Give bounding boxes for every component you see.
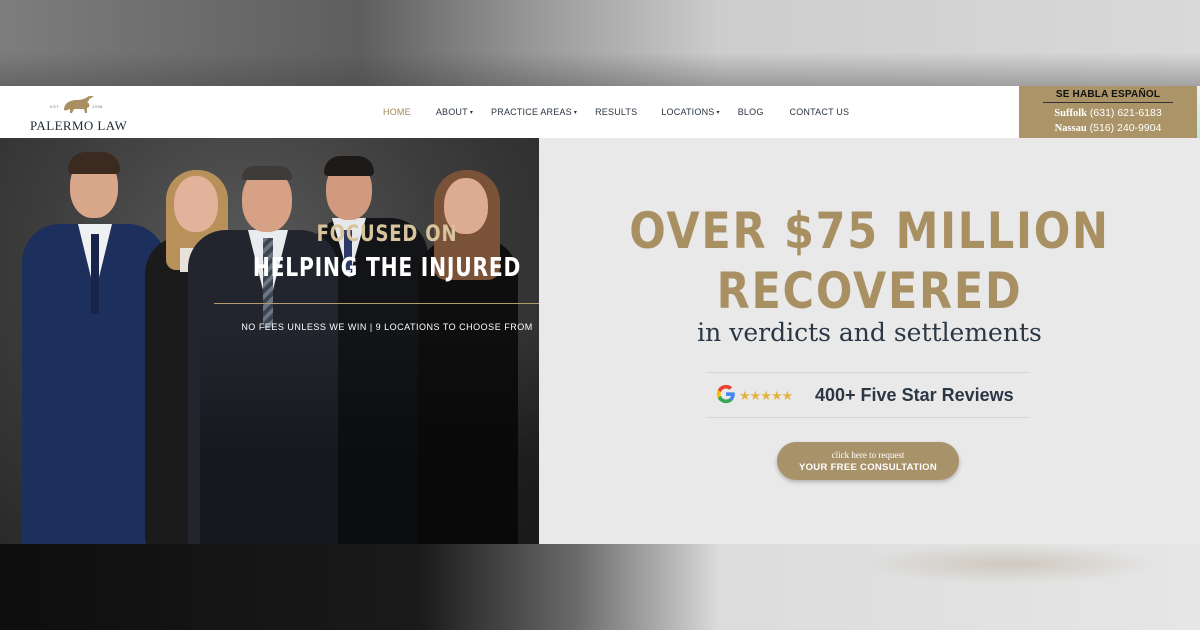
nav-item-label: PRACTICE AREAS	[491, 107, 572, 117]
nav-item-practice-areas[interactable]: PRACTICE AREAS ▾	[491, 107, 577, 117]
nassau-phone-link[interactable]: Nassau (516) 240-9904	[1019, 122, 1197, 134]
nav-item-label: HOME	[383, 107, 411, 117]
nav-item-results[interactable]: RESULTS	[595, 107, 637, 117]
caret-down-icon: ▾	[716, 109, 720, 116]
focused-on-text: FOCUSED ON	[316, 222, 458, 247]
blurred-background-bottom	[0, 544, 1200, 630]
nav-item-home[interactable]: HOME	[383, 107, 411, 117]
contact-box: SE HABLA ESPAÑOL Suffolk (631) 621-6183 …	[1019, 86, 1197, 138]
google-g-icon	[716, 384, 735, 404]
spanish-spoken-label: SE HABLA ESPAÑOL	[1055, 89, 1161, 100]
nav-item-label: CONTACT US	[789, 107, 850, 117]
contact-divider	[1043, 102, 1173, 103]
no-fees-text: NO FEES UNLESS WE WIN | 9 LOCATIONS TO C…	[241, 322, 533, 332]
verdicts-subheadline: in verdicts and settlements	[697, 318, 1042, 347]
five-stars-icon: ★★★★★	[739, 388, 793, 403]
nassau-label: Nassau	[1054, 123, 1087, 134]
nav-item-label: ABOUT	[435, 107, 468, 117]
main-nav: HOME ABOUT ▾ PRACTICE AREAS ▾ RESULTS LO…	[383, 86, 849, 138]
results-panel: OVER $75 MILLION RECOVERED in verdicts a…	[539, 138, 1200, 544]
nav-item-contact-us[interactable]: CONTACT US	[790, 107, 850, 117]
caret-down-icon: ▾	[573, 109, 578, 116]
site-logo[interactable]: EST. 1998 PALERMO LAW	[28, 94, 128, 134]
nav-item-about[interactable]: ABOUT ▾	[436, 107, 473, 117]
nav-item-label: RESULTS	[595, 107, 638, 117]
site-header: EST. 1998 PALERMO LAW HOME ABOUT ▾ PRACT…	[0, 86, 1200, 138]
blurred-background-top	[0, 0, 1200, 86]
team-photo	[0, 138, 539, 544]
reviews-count-text: 400+ Five Star Reviews	[815, 385, 1014, 405]
recovered-headline-line2: RECOVERED	[716, 262, 1023, 320]
reviews-badge[interactable]: ★★★★★ 400+ Five Star Reviews	[707, 372, 1029, 418]
nav-item-locations[interactable]: LOCATIONS ▾	[661, 107, 719, 117]
recovered-headline-line1: OVER $75 MILLION	[629, 202, 1110, 260]
hero-left-headline: FOCUSED ON HELPING THE INJURED	[214, 222, 560, 283]
caret-down-icon: ▾	[469, 109, 474, 116]
cta-main-text: YOUR FREE CONSULTATION	[798, 462, 937, 473]
nav-item-label: LOCATIONS	[661, 107, 715, 117]
nav-item-label: BLOG	[737, 107, 764, 117]
nassau-phone: (516) 240-9904	[1089, 122, 1162, 134]
headline-divider	[214, 303, 560, 304]
suffolk-phone: (631) 621-6183	[1089, 107, 1162, 119]
logo-year-text: 1998	[92, 104, 103, 109]
suffolk-label: Suffolk	[1054, 108, 1087, 119]
nav-item-blog[interactable]: BLOG	[738, 107, 764, 117]
helping-injured-text: HELPING THE INJURED	[252, 253, 522, 283]
cta-small-text: click here to request	[831, 450, 905, 460]
suffolk-phone-link[interactable]: Suffolk (631) 621-6183	[1019, 107, 1197, 119]
free-consultation-button[interactable]: click here to request YOUR FREE CONSULTA…	[777, 442, 959, 480]
logo-est-text: EST.	[50, 104, 61, 109]
brand-name: PALERMO LAW	[30, 118, 128, 133]
